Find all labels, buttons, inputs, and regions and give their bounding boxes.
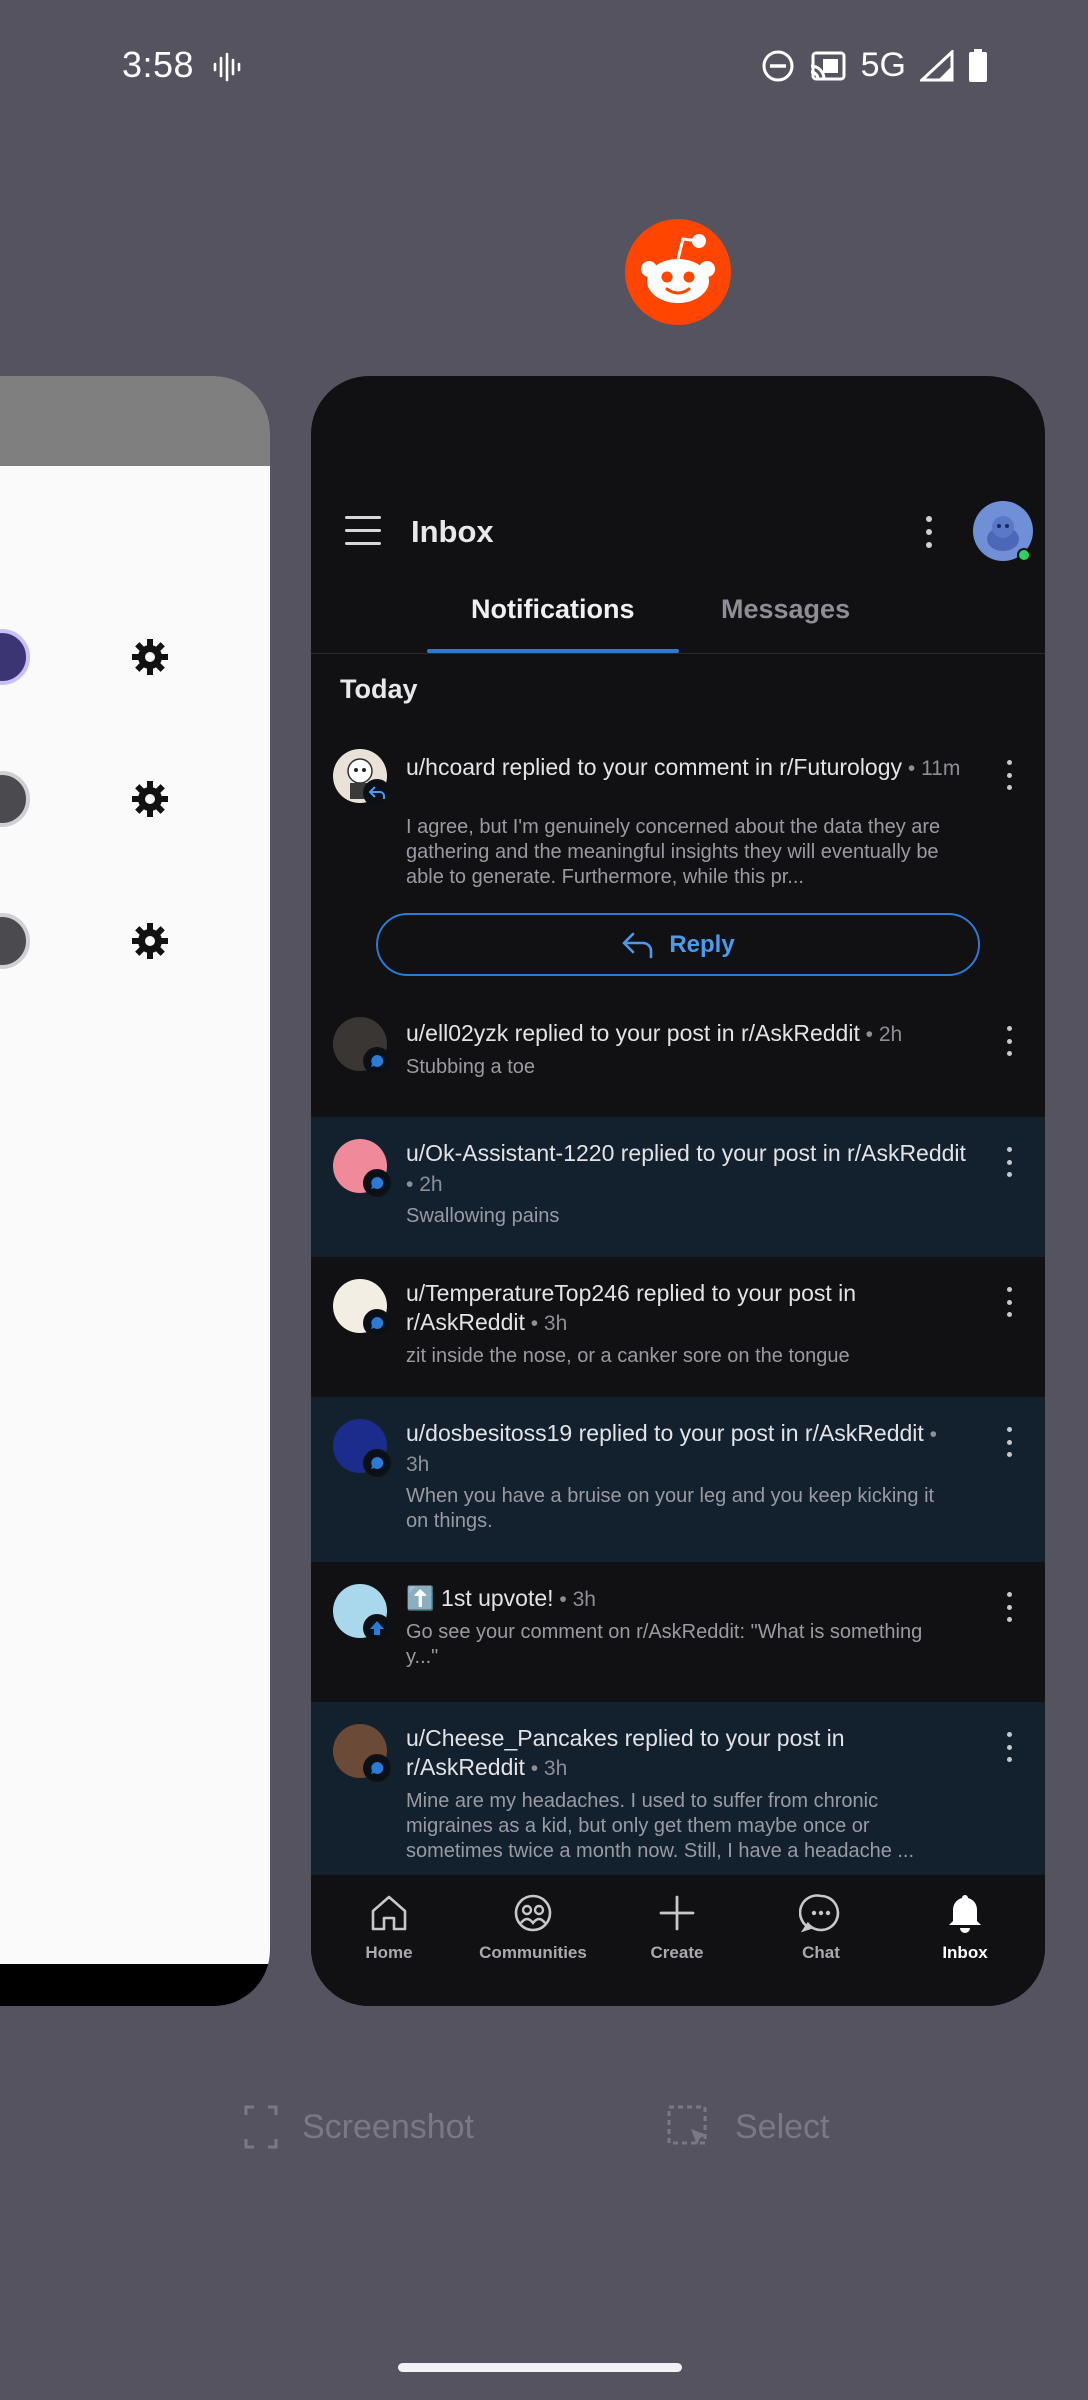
- comment-badge-icon: [363, 1169, 391, 1197]
- card-header: [0, 376, 270, 466]
- notification-preview: When you have a bruise on your leg and y…: [406, 1485, 935, 1532]
- notification-item[interactable]: u/TemperatureTop246 replied to your post…: [311, 1257, 1045, 1397]
- chat-icon: [799, 1894, 840, 1933]
- notification-title: ⬆️ 1st upvote! • 3h: [406, 1585, 596, 1611]
- nav-chat[interactable]: Chat: [751, 1891, 891, 1963]
- tab-notifications[interactable]: Notifications: [471, 594, 635, 625]
- toggle-on: [0, 629, 30, 685]
- notification-preview: I agree, but I'm genuinely concerned abo…: [406, 816, 941, 888]
- active-tab-indicator: [427, 649, 679, 653]
- tab-messages[interactable]: Messages: [721, 594, 850, 625]
- network-type: 5G: [860, 46, 906, 84]
- notification-item[interactable]: u/Ok-Assistant-1220 replied to your post…: [311, 1117, 1045, 1257]
- reddit-snoo-icon: [641, 234, 715, 303]
- online-status-dot: [1017, 548, 1031, 562]
- notification-preview: Mine are my headaches. I used to suffer …: [406, 1790, 915, 1862]
- upvote-badge-icon: [363, 1614, 391, 1642]
- nav-home[interactable]: Home: [319, 1891, 459, 1963]
- battery-icon: [969, 48, 987, 82]
- more-options-icon[interactable]: [919, 512, 939, 552]
- notification-title: u/Ok-Assistant-1220 replied to your post…: [406, 1140, 966, 1196]
- user-avatar: [333, 1724, 391, 1782]
- notification-item[interactable]: u/Cheese_Pancakes replied to your post i…: [311, 1702, 1045, 1874]
- notification-time: 2h: [419, 1173, 443, 1196]
- signal-icon: [920, 49, 954, 81]
- inbox-tabs: Notifications Messages: [311, 576, 1045, 654]
- section-header-today: Today: [340, 674, 418, 704]
- notification-title: u/TemperatureTop246 replied to your post…: [406, 1280, 857, 1335]
- cast-icon: [810, 51, 846, 80]
- screenshot-icon: [244, 2105, 278, 2149]
- notification-item[interactable]: u/dosbesitoss19 replied to your post in …: [311, 1397, 1045, 1562]
- notification-preview: zit inside the nose, or a canker sore on…: [406, 1345, 850, 1367]
- notification-preview: Stubbing a toe: [406, 1056, 535, 1078]
- notification-options-icon[interactable]: [999, 1592, 1019, 1622]
- comment-badge-icon: [363, 1309, 391, 1337]
- gear-icon: [132, 639, 168, 675]
- select-icon: [667, 2105, 707, 2145]
- plus-icon: [659, 1895, 695, 1931]
- notification-options-icon[interactable]: [999, 1427, 1019, 1457]
- nav-create[interactable]: Create: [607, 1891, 747, 1963]
- recent-app-card-reddit[interactable]: Inbox Notifications Messages Today u/hco…: [311, 376, 1045, 2006]
- reply-icon: [623, 932, 653, 958]
- do-not-disturb-icon: [762, 50, 794, 81]
- notification-title: u/ell02yzk replied to your post in r/Ask…: [406, 1020, 903, 1046]
- select-button[interactable]: Select: [667, 2105, 830, 2149]
- notification-options-icon[interactable]: [999, 1732, 1019, 1762]
- notification-preview: Go see your comment on r/AskReddit: "Wha…: [406, 1621, 923, 1668]
- home-indicator[interactable]: [398, 2363, 682, 2372]
- nav-inbox[interactable]: Inbox: [895, 1891, 1035, 1963]
- bottom-navigation: Home Communities Create Chat Inbox: [311, 1874, 1045, 2006]
- user-avatar: [333, 1419, 391, 1477]
- notification-time: 2h: [878, 1023, 903, 1046]
- user-avatar: [333, 1279, 391, 1337]
- toggle-off: [0, 771, 30, 827]
- notification-preview: Swallowing pains: [406, 1205, 560, 1227]
- comment-badge-icon: [363, 1754, 391, 1782]
- status-bar: 3:58 5G: [0, 0, 1088, 130]
- notification-options-icon[interactable]: [999, 1026, 1019, 1056]
- reply-badge-icon: [363, 779, 391, 807]
- notification-time: 3h: [572, 1588, 596, 1611]
- bell-icon: [949, 1895, 981, 1933]
- card-body: [0, 466, 270, 1964]
- notification-item[interactable]: ⬆️ 1st upvote! • 3h Go see your comment …: [311, 1562, 1045, 1702]
- notification-title: u/Cheese_Pancakes replied to your post i…: [406, 1725, 845, 1780]
- notification-options-icon[interactable]: [999, 760, 1019, 790]
- gear-icon: [132, 923, 168, 959]
- user-avatar: [333, 1584, 391, 1642]
- user-avatar: [333, 1017, 391, 1075]
- screenshot-button[interactable]: Screenshot: [244, 2105, 474, 2149]
- communities-icon: [514, 1894, 552, 1932]
- notification-title: u/dosbesitoss19 replied to your post in …: [406, 1420, 937, 1476]
- notification-time: 3h: [406, 1453, 430, 1476]
- home-icon: [371, 1895, 407, 1931]
- audio-wave-icon: [213, 52, 241, 82]
- notification-item[interactable]: u/ell02yzk replied to your post in r/Ask…: [311, 1005, 1045, 1117]
- notification-time: 11m: [921, 757, 961, 780]
- comment-badge-icon: [363, 1047, 391, 1075]
- nav-communities[interactable]: Communities: [463, 1891, 603, 1963]
- notification-time: 3h: [543, 1312, 568, 1335]
- notification-options-icon[interactable]: [999, 1147, 1019, 1177]
- page-title: Inbox: [411, 514, 494, 549]
- reddit-app-icon[interactable]: [625, 219, 731, 325]
- user-avatar: [333, 1139, 391, 1197]
- toggle-off: [0, 913, 30, 969]
- reply-button[interactable]: Reply: [376, 913, 980, 976]
- recent-app-card-left[interactable]: [0, 376, 270, 2006]
- notification-options-icon[interactable]: [999, 1287, 1019, 1317]
- gear-icon: [132, 781, 168, 817]
- notification-time: 3h: [543, 1757, 568, 1780]
- user-avatar: [333, 749, 391, 807]
- notification-title: u/hcoard replied to your comment in r/Fu…: [406, 754, 961, 780]
- menu-icon[interactable]: [345, 516, 381, 546]
- comment-badge-icon: [363, 1449, 391, 1477]
- status-time: 3:58: [122, 44, 195, 85]
